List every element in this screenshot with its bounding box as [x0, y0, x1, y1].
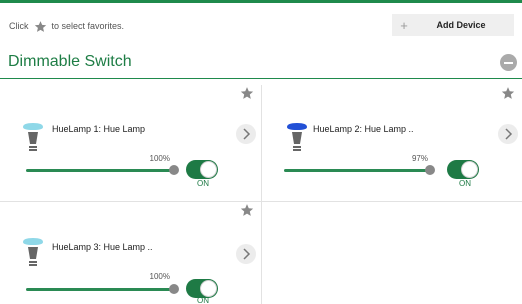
section-title: Dimmable Switch: [8, 53, 132, 70]
bulb-icon: [287, 123, 307, 151]
device-details-button[interactable]: [236, 244, 256, 264]
favorites-hint: Click to select favorites.: [9, 19, 124, 32]
favorite-star-icon[interactable]: [240, 86, 254, 100]
hint-suffix: to select favorites.: [51, 20, 125, 31]
device-card: HueLamp 1: Hue Lamp 100% ON: [0, 85, 262, 202]
toggle-thumb: [200, 161, 217, 178]
add-device-label: Add Device: [436, 20, 486, 30]
chevron-right-icon: [243, 128, 251, 140]
brightness-value: 100%: [149, 272, 170, 281]
power-state-label: ON: [197, 296, 209, 304]
section-divider: [0, 78, 522, 79]
device-card: HueLamp 2: Hue Lamp .. 97% ON: [262, 85, 522, 202]
bulb-icon: [23, 238, 43, 266]
device-name: HueLamp 1: Hue Lamp: [52, 124, 146, 134]
brightness-slider[interactable]: [26, 288, 174, 291]
collapse-section-button[interactable]: [500, 54, 517, 71]
favorite-star-icon[interactable]: [240, 203, 254, 217]
power-toggle[interactable]: [447, 160, 479, 179]
favorite-star-icon[interactable]: [501, 86, 515, 100]
brightness-value: 100%: [149, 154, 170, 163]
brightness-slider[interactable]: [26, 169, 174, 172]
device-card: HueLamp 3: Hue Lamp .. 100% ON: [0, 202, 262, 304]
add-device-button[interactable]: + Add Device: [392, 14, 514, 36]
power-state-label: ON: [197, 179, 209, 188]
device-details-button[interactable]: [236, 124, 256, 144]
chevron-right-icon: [243, 248, 251, 260]
device-details-button[interactable]: [498, 124, 518, 144]
bulb-icon: [23, 123, 43, 151]
brightness-slider-handle[interactable]: [425, 165, 435, 175]
device-name: HueLamp 3: Hue Lamp ..: [52, 242, 153, 252]
toggle-thumb: [200, 280, 217, 297]
top-accent-bar: [0, 0, 522, 3]
brightness-slider[interactable]: [284, 169, 432, 172]
brightness-slider-handle[interactable]: [169, 284, 179, 294]
hint-prefix: Click: [9, 20, 29, 31]
power-state-label: ON: [459, 179, 471, 188]
brightness-value: 97%: [411, 154, 428, 163]
device-name: HueLamp 2: Hue Lamp ..: [313, 124, 414, 134]
brightness-slider-handle[interactable]: [169, 165, 179, 175]
star-icon: [34, 21, 46, 32]
power-toggle[interactable]: [186, 160, 218, 179]
chevron-right-icon: [505, 128, 513, 140]
toggle-thumb: [461, 161, 478, 178]
plus-icon: +: [400, 17, 408, 33]
